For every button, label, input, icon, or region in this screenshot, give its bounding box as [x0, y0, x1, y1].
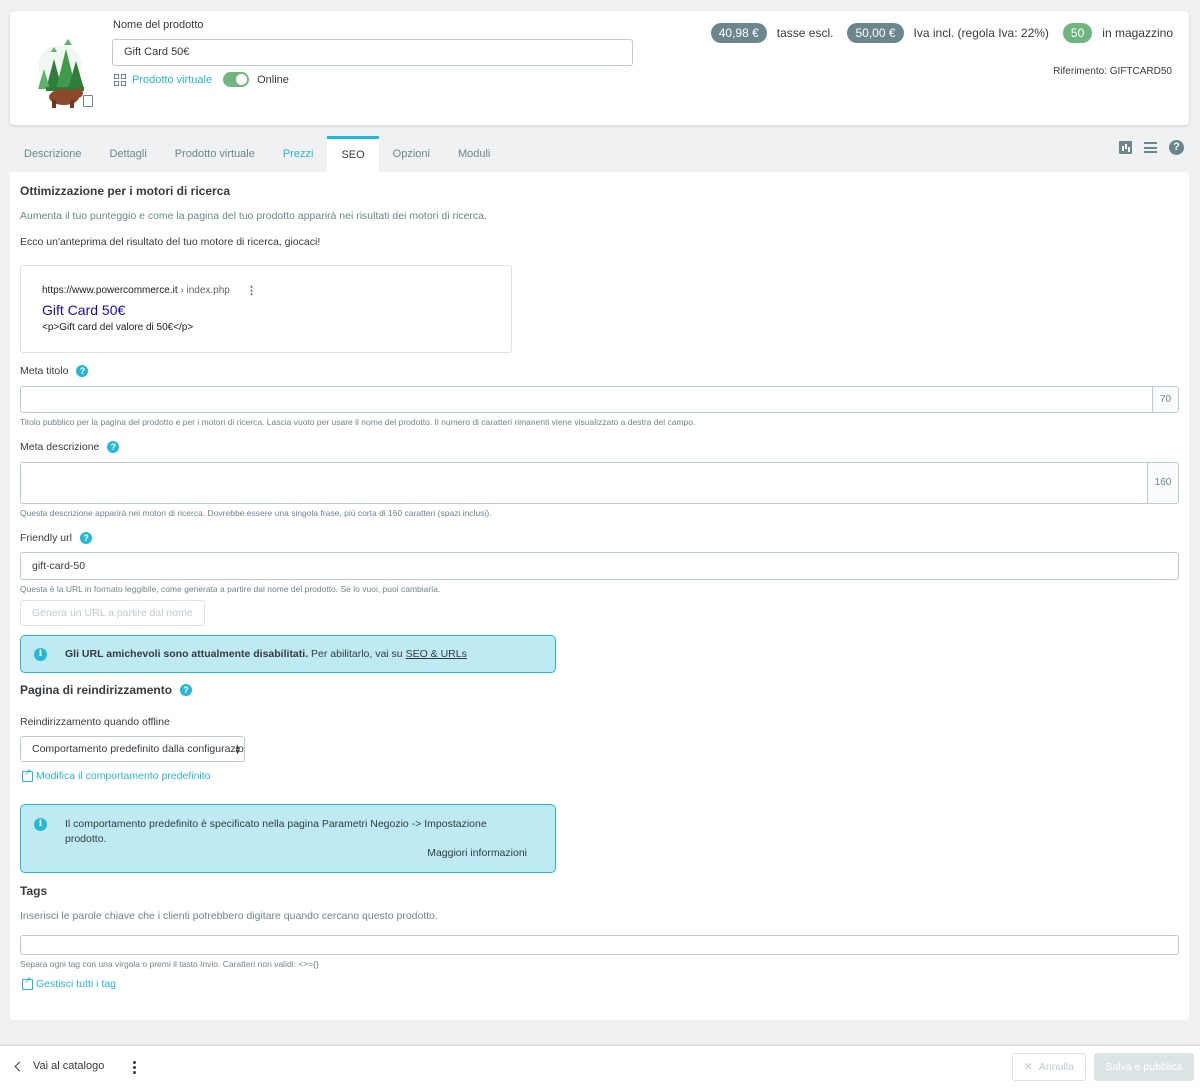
- meta-title-label: Meta titolo: [20, 365, 69, 377]
- tab-moduli[interactable]: Moduli: [444, 136, 504, 172]
- meta-title-input[interactable]: [20, 386, 1153, 413]
- redirect-title-row: Pagina di reindirizzamento ?: [20, 683, 193, 697]
- meta-description-help-icon[interactable]: ?: [107, 441, 120, 453]
- price-excl-badge: 40,98 €: [710, 23, 767, 43]
- tab-opzioni[interactable]: Opzioni: [379, 136, 444, 172]
- price-incl-label: Iva incl. (regola Iva: 22%): [913, 26, 1049, 40]
- stock-label: in magazzino: [1102, 26, 1173, 40]
- price-excl-label: tasse escl.: [776, 26, 834, 40]
- seo-subtitle: Aumenta il tuo punteggio e come la pagin…: [20, 210, 487, 222]
- seo-panel: Ottimizzazione per i motori di ricerca A…: [10, 172, 1189, 1020]
- preview-description: <p>Gift card del valore di 50€</p>: [42, 322, 194, 333]
- tags-input[interactable]: [20, 935, 1179, 955]
- redirect-title: Pagina di reindirizzamento: [20, 683, 173, 697]
- preview-title: Gift Card 50€: [42, 302, 126, 318]
- meta-description-label-row: Meta descrizione ?: [20, 441, 120, 453]
- save-publish-button[interactable]: Salva e pubblica: [1094, 1053, 1194, 1081]
- redirect-help-icon[interactable]: ?: [180, 684, 193, 696]
- seo-title: Ottimizzazione per i motori di ricerca: [20, 184, 231, 198]
- generate-url-button[interactable]: Genera un URL a partire dal nome: [20, 600, 205, 626]
- meta-title-help: Titolo pubblico per la pagina del prodot…: [20, 417, 696, 427]
- meta-description-label: Meta descrizione: [20, 441, 100, 453]
- redirect-offline-label: Reindirizzamento quando offline: [20, 716, 170, 728]
- redirect-alert-text: Il comportamento predefinito è specifica…: [65, 818, 487, 845]
- tab-prodotto-virtuale[interactable]: Prodotto virtuale: [161, 136, 269, 172]
- modify-default-link[interactable]: Modifica il comportamento predefinito: [22, 767, 211, 782]
- friendly-url-help-icon[interactable]: ?: [79, 532, 92, 544]
- preview-url: https://www.powercommerce.it › index.php: [42, 285, 230, 296]
- back-to-catalog-link[interactable]: Vai al catalogo: [14, 1060, 105, 1072]
- online-toggle[interactable]: [223, 72, 250, 87]
- friendly-url-label: Friendly url: [20, 532, 72, 544]
- tab-descrizione[interactable]: Descrizione: [10, 136, 95, 172]
- tab-seo[interactable]: SEO: [327, 136, 379, 172]
- product-name-label: Nome del prodotto: [113, 19, 204, 31]
- product-name-input[interactable]: Gift Card 50€: [112, 39, 633, 66]
- friendly-url-input[interactable]: gift-card-50: [20, 552, 1179, 580]
- redirect-select[interactable]: Comportamento predefinito dalla configur…: [20, 736, 245, 762]
- product-header: Nome del prodotto Gift Card 50€ Prodotto…: [10, 11, 1189, 125]
- chevron-left-icon: [14, 1061, 25, 1071]
- seo-urls-link[interactable]: SEO & URLs: [406, 648, 467, 660]
- select-arrows-icon: ▲ ▼: [234, 744, 241, 756]
- close-icon: ✕: [1024, 1061, 1033, 1073]
- list-icon[interactable]: [1144, 142, 1157, 153]
- tab-prezzi[interactable]: Prezzi: [269, 136, 328, 172]
- meta-title-help-icon[interactable]: ?: [76, 365, 89, 377]
- sd-card-icon: [83, 95, 93, 107]
- price-incl-badge: 50,00 €: [847, 23, 904, 43]
- meta-description-textarea[interactable]: [20, 462, 1148, 504]
- info-icon: i: [34, 648, 47, 661]
- manage-tags-link[interactable]: Gestisci tutti i tag: [22, 975, 116, 990]
- help-icon[interactable]: ?: [1169, 140, 1184, 155]
- top-icon-group: ?: [1119, 140, 1184, 155]
- meta-description-counter: 160: [1147, 462, 1179, 504]
- friendly-url-alert: i Gli URL amichevoli sono attualmente di…: [20, 635, 556, 673]
- preview-intro: Ecco un'anteprima del risultato del tuo …: [20, 236, 321, 248]
- preview-menu-icon: ⋮: [246, 285, 257, 297]
- tags-title: Tags: [20, 884, 48, 898]
- virtual-product-label: Prodotto virtuale: [132, 73, 213, 86]
- tags-subtitle: Inserisci le parole chiave che i clienti…: [20, 910, 438, 922]
- info-icon: i: [34, 818, 47, 831]
- product-tabs: Descrizione Dettagli Prodotto virtuale P…: [10, 136, 504, 172]
- online-label: Online: [257, 73, 289, 86]
- search-preview: https://www.powercommerce.it › index.php…: [20, 265, 512, 353]
- cancel-button[interactable]: ✕ Annulla: [1012, 1053, 1086, 1081]
- product-reference: Riferimento: GIFTCARD50: [1053, 66, 1172, 77]
- tab-dettagli[interactable]: Dettagli: [95, 136, 160, 172]
- external-link-icon: [22, 767, 33, 782]
- meta-description-help: Questa descrizione apparirà nei motori d…: [20, 508, 492, 518]
- virtual-product-row: Prodotto virtuale Online: [114, 72, 289, 87]
- footer-bar: Vai al catalogo ✕ Annulla Salva e pubbli…: [0, 1045, 1200, 1088]
- stock-badge: 50: [1062, 23, 1093, 43]
- more-options-icon[interactable]: [133, 1061, 136, 1074]
- back-to-catalog-label: Vai al catalogo: [33, 1060, 105, 1072]
- stats-icon[interactable]: [1119, 141, 1132, 154]
- friendly-url-alert-text: Gli URL amichevoli sono attualmente disa…: [65, 648, 467, 660]
- price-summary: 40,98 € tasse escl. 50,00 € Iva incl. (r…: [710, 23, 1177, 43]
- qr-code-icon: [114, 73, 126, 86]
- redirect-alert: i Il comportamento predefinito è specifi…: [20, 804, 556, 873]
- meta-title-label-row: Meta titolo ?: [20, 365, 89, 377]
- tags-help: Separa ogni tag con una virgola o premi …: [20, 959, 319, 969]
- friendly-url-label-row: Friendly url ?: [20, 532, 92, 544]
- friendly-url-help: Questa è la URL in formato leggibile, co…: [20, 584, 441, 594]
- meta-title-counter: 70: [1152, 386, 1179, 413]
- more-info-link[interactable]: Maggiori informazioni: [427, 847, 527, 859]
- external-link-icon: [22, 975, 33, 990]
